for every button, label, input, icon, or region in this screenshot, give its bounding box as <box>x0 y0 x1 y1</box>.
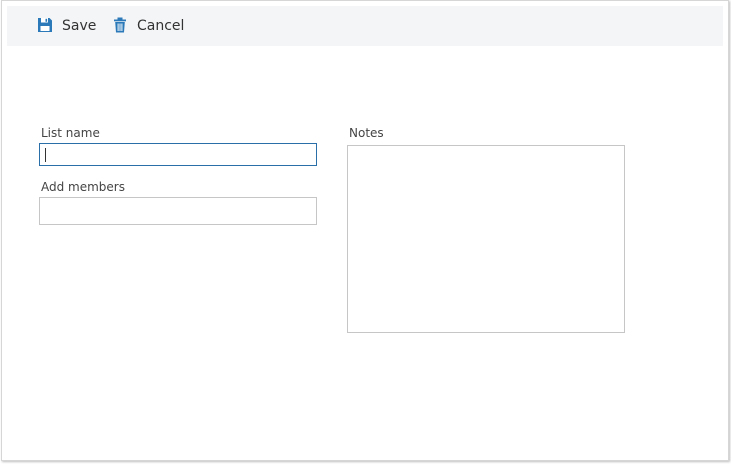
save-label: Save <box>62 18 97 34</box>
add-members-label: Add members <box>41 180 125 194</box>
trash-can-icon <box>112 17 128 33</box>
notes-textarea[interactable] <box>347 145 625 333</box>
add-members-input[interactable] <box>39 197 317 225</box>
list-name-label: List name <box>41 126 100 140</box>
command-toolbar: Save Cancel <box>7 6 723 46</box>
floppy-disk-icon <box>37 17 53 33</box>
cancel-label: Cancel <box>137 18 185 34</box>
text-caret <box>45 148 46 162</box>
save-button[interactable]: Save <box>37 6 96 46</box>
notes-label: Notes <box>349 126 384 140</box>
list-name-input[interactable] <box>39 143 317 166</box>
cancel-button[interactable]: Cancel <box>112 6 184 46</box>
